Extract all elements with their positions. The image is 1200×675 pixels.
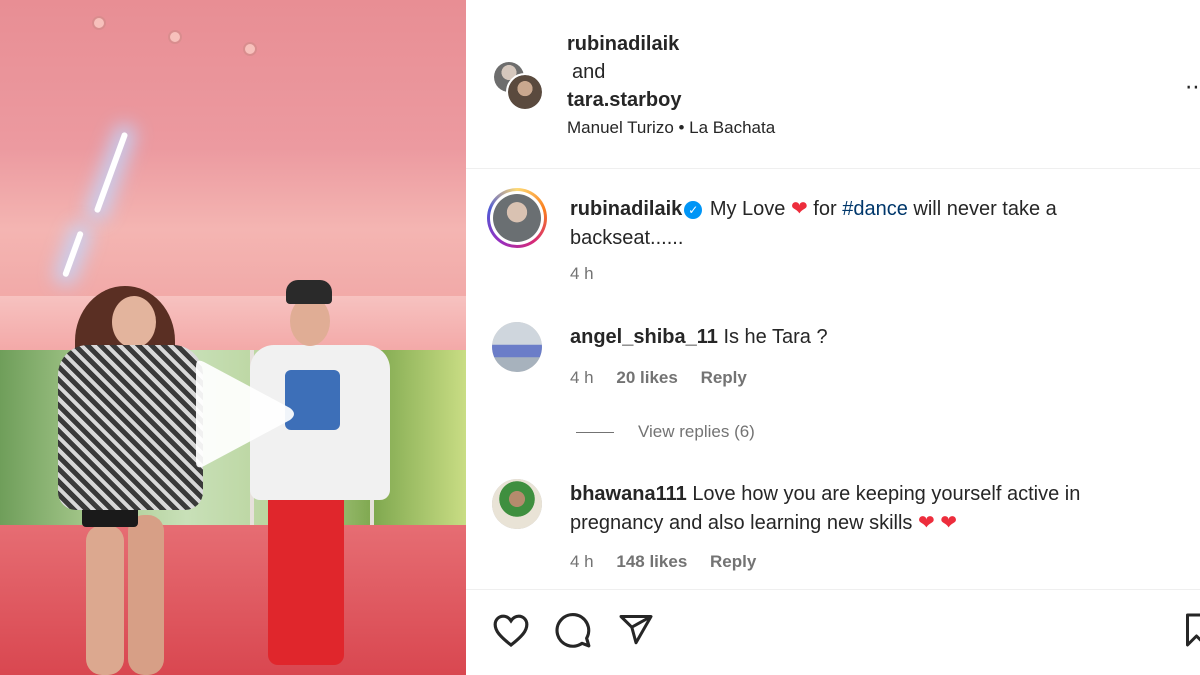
- comment-time[interactable]: 4 h: [570, 368, 594, 387]
- caption-avatar-story-ring[interactable]: [487, 188, 547, 248]
- comment-time[interactable]: 4 h: [570, 552, 594, 571]
- comment-likes[interactable]: 148 likes: [616, 552, 687, 571]
- dancer-pants: [268, 475, 344, 665]
- bookmark-icon[interactable]: [1184, 612, 1200, 648]
- reply-button[interactable]: Reply: [710, 552, 756, 571]
- comment-username[interactable]: angel_shiba_11: [570, 326, 718, 348]
- ceiling-light: [61, 230, 85, 278]
- send-icon[interactable]: [617, 612, 655, 648]
- comment-meta: 4 h 20 likes Reply: [570, 368, 765, 388]
- ceiling-spotlight: [168, 30, 182, 44]
- collaborator-avatar[interactable]: [506, 73, 544, 111]
- play-icon[interactable]: [186, 358, 298, 470]
- caption-time[interactable]: 4 h: [570, 264, 594, 283]
- header-divider: [466, 168, 1200, 169]
- actions-divider: [466, 589, 1200, 590]
- heart-icon[interactable]: [492, 612, 530, 648]
- commenter-avatar[interactable]: [492, 479, 542, 529]
- authors-joiner: and: [572, 61, 606, 83]
- comment-icon[interactable]: [554, 611, 592, 649]
- author-username[interactable]: rubinadilaik: [567, 30, 682, 58]
- comment-username[interactable]: bhawana111: [570, 483, 687, 505]
- dancer-face: [112, 296, 156, 348]
- collaborator-username[interactable]: tara.starboy: [567, 86, 682, 114]
- comment: bhawana111 Love how you are keeping your…: [570, 480, 1130, 538]
- view-replies-button[interactable]: View replies (6): [638, 422, 755, 442]
- comment: angel_shiba_11 Is he Tara ?: [570, 323, 1130, 352]
- audio-track-link[interactable]: Manuel Turizo • La Bachata: [567, 118, 775, 138]
- commenter-avatar[interactable]: [492, 322, 542, 372]
- more-options-icon[interactable]: ⋯: [1185, 74, 1200, 100]
- caption-username[interactable]: rubinadilaik: [570, 198, 682, 220]
- hashtag-link[interactable]: #dance: [842, 198, 908, 220]
- post-authors: rubinadilaik and tara.starboy: [567, 30, 682, 114]
- caption-meta: 4 h: [570, 264, 612, 284]
- ceiling-spotlight: [243, 42, 257, 56]
- ceiling-beam: [0, 296, 466, 350]
- dancer-leg: [128, 515, 164, 675]
- caption-text: for: [813, 198, 837, 220]
- reel-video[interactable]: [0, 0, 466, 675]
- ceiling-spotlight: [92, 16, 106, 30]
- heart-emoji: ❤: [790, 198, 808, 220]
- dancer-leg: [86, 525, 124, 675]
- comment-text: Is he Tara ?: [723, 326, 828, 348]
- reply-button[interactable]: Reply: [701, 368, 747, 387]
- heart-emoji: ❤ ❤: [917, 512, 958, 534]
- dancer-top: [58, 345, 203, 510]
- comment-likes[interactable]: 20 likes: [616, 368, 677, 387]
- ceiling-light: [93, 131, 129, 214]
- post-caption: rubinadilaik ✓ My Love ❤ for #dance will …: [570, 195, 1130, 253]
- comment-meta: 4 h 148 likes Reply: [570, 552, 774, 572]
- studio-floor: [0, 525, 466, 675]
- caption-text: My Love: [709, 198, 786, 220]
- verified-badge-icon: ✓: [684, 201, 703, 219]
- replies-line: [576, 432, 614, 433]
- dancer-cap: [286, 280, 332, 304]
